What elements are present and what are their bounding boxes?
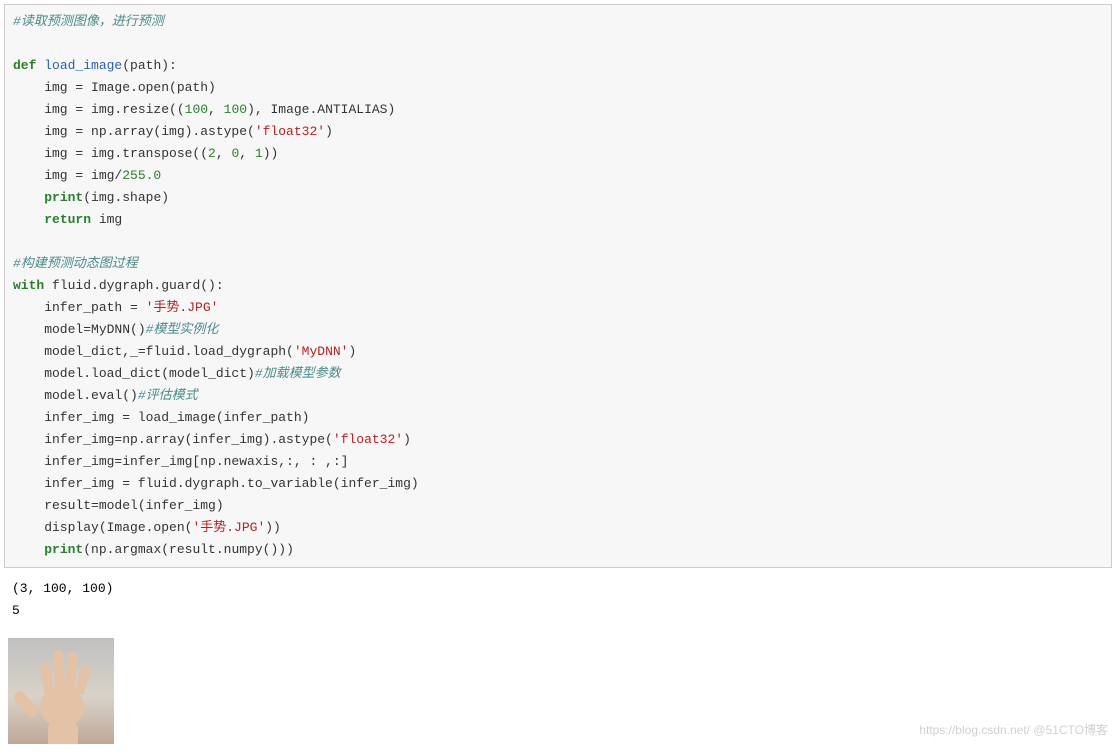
code-token-string: '手势.JPG' [192, 520, 265, 535]
code-token-comment: #读取预测图像，进行预测 [13, 14, 164, 29]
code-token-num: 2 [208, 146, 216, 161]
code-token-plain: img = img/ [13, 168, 122, 183]
code-token-num: 255.0 [122, 168, 161, 183]
code-token-keyword: print [44, 542, 83, 557]
code-token-comment: #评估模式 [138, 388, 198, 403]
code-token-keyword: def [13, 58, 36, 73]
code-token-string: 'float32' [255, 124, 325, 139]
code-token-plain: img = np.array(img).astype( [13, 124, 255, 139]
code-token-plain: , [208, 102, 224, 117]
code-token-num: 100 [224, 102, 247, 117]
code-token-plain: ), Image.ANTIALIAS) [247, 102, 395, 117]
code-token-plain [13, 542, 44, 557]
code-token-keyword: with [13, 278, 44, 293]
code-token-plain: result=model(infer_img) [13, 498, 224, 513]
code-token-string: 'MyDNN' [294, 344, 349, 359]
code-token-plain: infer_img = load_image(infer_path) [13, 410, 309, 425]
code-token-plain: ) [348, 344, 356, 359]
execution-output: (3, 100, 100) 5 [4, 572, 1112, 628]
watermark-text: https://blog.csdn.net/ @51CTO博客 [919, 721, 1108, 738]
code-token-plain: display(Image.open( [13, 520, 192, 535]
code-token-plain: model.load_dict(model_dict) [13, 366, 255, 381]
code-token-plain: img [91, 212, 122, 227]
code-token-num: 1 [255, 146, 263, 161]
code-token-plain: infer_path = [13, 300, 146, 315]
code-block: #读取预测图像，进行预测 def load_image(path): img =… [4, 4, 1112, 568]
code-token-funcname: load_image [44, 58, 122, 73]
code-token-string: '手势.JPG' [146, 300, 219, 315]
code-token-plain: img = Image.open(path) [13, 80, 216, 95]
code-token-plain: infer_img = fluid.dygraph.to_variable(in… [13, 476, 419, 491]
code-token-plain: ) [325, 124, 333, 139]
code-token-plain: )) [263, 146, 279, 161]
code-token-plain: infer_img=np.array(infer_img).astype( [13, 432, 333, 447]
code-token-plain: model=MyDNN() [13, 322, 146, 337]
code-token-plain: , [239, 146, 255, 161]
code-token-plain: (path): [122, 58, 177, 73]
code-token-comment: #构建预测动态图过程 [13, 256, 138, 271]
code-token-num: 100 [185, 102, 208, 117]
code-token-plain: )) [265, 520, 281, 535]
code-token-plain: (np.argmax(result.numpy())) [83, 542, 294, 557]
code-token-plain: model.eval() [13, 388, 138, 403]
code-token-plain [13, 190, 44, 205]
code-token-plain: ) [403, 432, 411, 447]
prediction-image [8, 638, 114, 744]
code-token-plain: fluid.dygraph.guard(): [44, 278, 223, 293]
code-token-comment: #加载模型参数 [255, 366, 341, 381]
code-token-keyword: return [44, 212, 91, 227]
code-token-plain [13, 212, 44, 227]
code-token-plain: , [216, 146, 232, 161]
code-token-plain: img = img.transpose(( [13, 146, 208, 161]
code-token-plain: (img.shape) [83, 190, 169, 205]
code-token-plain: model_dict,_=fluid.load_dygraph( [13, 344, 294, 359]
code-token-plain: infer_img=infer_img[np.newaxis,:, : ,:] [13, 454, 348, 469]
code-token-comment: #模型实例化 [146, 322, 219, 337]
code-token-string: 'float32' [333, 432, 403, 447]
code-token-keyword: print [44, 190, 83, 205]
code-token-plain: img = img.resize(( [13, 102, 185, 117]
